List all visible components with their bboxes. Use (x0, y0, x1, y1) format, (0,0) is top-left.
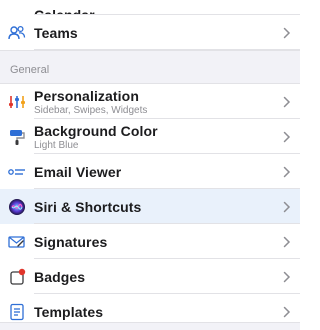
row-title: Teams (34, 24, 78, 41)
settings-row-background-color[interactable]: Background Color Light Blue (0, 119, 300, 154)
row-title: Personalization (34, 87, 139, 104)
email-viewer-icon (0, 166, 34, 178)
row-title: Calendar (34, 7, 95, 15)
siri-icon (0, 198, 34, 216)
settings-row-calendar[interactable]: Calendar (0, 0, 300, 15)
chevron-right-icon (274, 236, 300, 248)
row-subtitle: Sidebar, Swipes, Widgets (34, 104, 148, 116)
settings-row-email-viewer[interactable]: Email Viewer (0, 154, 300, 189)
settings-row-teams[interactable]: Teams (0, 15, 300, 50)
row-title: Badges (34, 268, 86, 285)
chevron-right-icon (274, 201, 300, 213)
sliders-icon (0, 94, 34, 110)
teams-icon (0, 25, 34, 41)
chevron-right-icon (274, 131, 300, 143)
settings-row-personalization[interactable]: Personalization Sidebar, Swipes, Widgets (0, 84, 300, 119)
settings-row-badges[interactable]: Badges (0, 259, 300, 294)
section-header-general: General (0, 50, 300, 84)
settings-row-siri-shortcuts[interactable]: Siri & Shortcuts (0, 189, 300, 224)
chevron-right-icon (274, 271, 300, 283)
chevron-right-icon (274, 96, 300, 108)
row-title: Signatures (34, 233, 108, 250)
row-title: Background Color (34, 122, 158, 139)
row-subtitle: Light Blue (34, 139, 79, 151)
settings-list: Calendar Teams General Personalization S… (0, 0, 300, 329)
chevron-right-icon (274, 306, 300, 318)
row-title: Templates (34, 303, 104, 320)
list-footer (0, 322, 300, 330)
row-title: Siri & Shortcuts (34, 198, 142, 215)
row-title: Email Viewer (34, 163, 122, 180)
chevron-right-icon (274, 166, 300, 178)
settings-row-signatures[interactable]: Signatures (0, 224, 300, 259)
templates-icon (0, 303, 34, 321)
chevron-right-icon (274, 27, 300, 39)
badge-icon (0, 268, 34, 286)
paint-roller-icon (0, 128, 34, 146)
signature-icon (0, 235, 34, 249)
section-title: General (10, 64, 50, 76)
